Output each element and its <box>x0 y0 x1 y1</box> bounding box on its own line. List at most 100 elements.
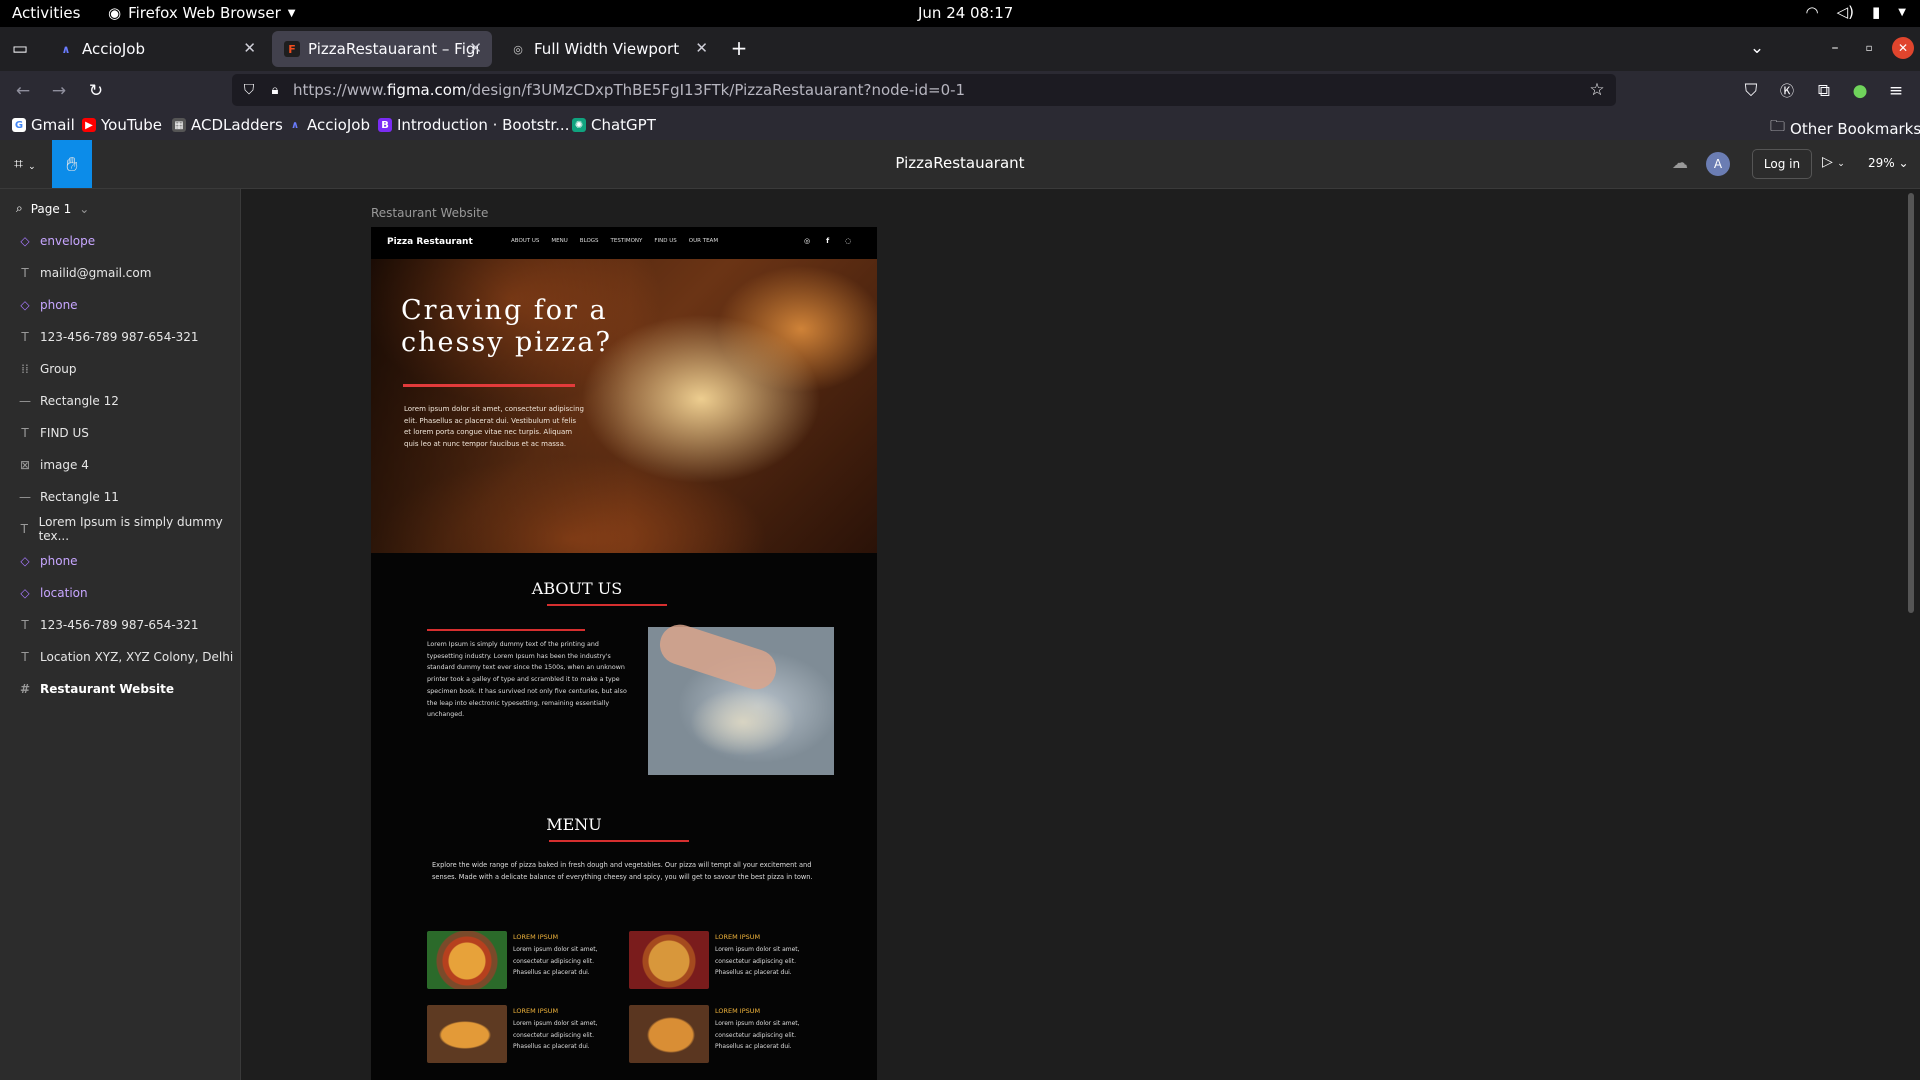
other-bookmarks[interactable]: 🗀︎ Other Bookmarks <box>1770 116 1920 141</box>
hero-title: Craving for a chessy pizza? <box>401 295 612 358</box>
tab-strip: ▭ ∧ AccioJob ✕ F PizzaRestauarant – Figm… <box>0 27 1920 71</box>
bookmark-acdladders[interactable]: ▦ ACDLadders <box>172 116 283 134</box>
page-selector[interactable]: ⌕ Page 1 ⌄ <box>16 201 89 216</box>
vertical-scrollbar[interactable] <box>1908 193 1914 613</box>
layer-row[interactable]: ◇ phone <box>0 545 240 577</box>
back-icon[interactable]: ← <box>12 80 34 102</box>
pizza-thumbnail <box>629 1005 709 1063</box>
url-bar[interactable]: ⛉ 🔒︎ https://www.figma.com/design/f3UMzC… <box>232 74 1616 106</box>
app-menu-label: Firefox Web Browser <box>128 4 281 22</box>
layer-text-icon: T <box>21 266 29 280</box>
account-icon[interactable]: Ⓚ <box>1776 80 1798 102</box>
other-bookmarks-label: Other Bookmarks <box>1790 119 1920 138</box>
nav-blogs: BLOGS <box>579 238 599 244</box>
pocket-icon[interactable]: ⛉ <box>1740 80 1762 102</box>
menu-item-title: LOREM IPSUM <box>513 1007 559 1015</box>
layer-row[interactable]: ◇ location <box>0 577 240 609</box>
close-icon[interactable]: ✕ <box>695 39 708 57</box>
layer-row[interactable]: T Location XYZ, XYZ Colony, Delhi <box>0 641 240 673</box>
bookmark-label: ChatGPT <box>591 116 656 134</box>
layer-row[interactable]: T Lorem Ipsum is simply dummy tex... <box>0 513 240 545</box>
bookmark-youtube[interactable]: ▶ YouTube <box>82 116 162 134</box>
layer-text-icon: T <box>21 330 29 344</box>
close-icon[interactable]: ✕ <box>243 39 256 57</box>
url-text: https://www.figma.com/design/f3UMzCDxpTh… <box>293 81 965 99</box>
page-name: Page 1 <box>30 201 72 216</box>
menu-item-desc: Lorem ipsum dolor sit amet, consectetur … <box>513 946 598 976</box>
bookmark-bootstrap[interactable]: B Introduction · Bootstr... <box>378 116 569 134</box>
login-button[interactable]: Log in <box>1752 149 1812 179</box>
layers-panel: ⌕ Page 1 ⌄ ◇ envelope Tmailid@gmail.com ◇ phon… <box>0 189 241 1080</box>
bookmark-chatgpt[interactable]: ✺ ChatGPT <box>572 116 656 134</box>
hero-text: Lorem ipsum dolor sit amet, consectetur … <box>404 405 584 448</box>
nav-find-us: FIND US <box>654 238 677 244</box>
close-icon[interactable]: ✕ <box>469 39 482 57</box>
layer-row[interactable]: ⁞⁞ Group <box>0 353 240 385</box>
tab-title: Full Width Viewport <box>534 40 680 58</box>
extensions-icon[interactable]: ⧉ <box>1813 80 1835 102</box>
bookmark-star-icon[interactable]: ☆ <box>1586 79 1608 101</box>
layer-row[interactable]: — Rectangle 12 <box>0 385 240 417</box>
hamburger-menu-icon[interactable]: ≡ <box>1885 80 1907 102</box>
list-all-tabs-icon[interactable]: ⌄ <box>1746 37 1768 59</box>
layer-row[interactable]: — Rectangle 11 <box>0 481 240 513</box>
layer-row[interactable]: ◇ envelope <box>0 225 240 257</box>
maximize-icon[interactable]: ▫ <box>1858 37 1880 59</box>
bookmarks-toolbar: G Gmail ▶ YouTube ▦ ACDLadders ∧ AccioJob BI… <box>0 111 1920 140</box>
layer-row[interactable]: T 123-456-789 987-654-321 <box>0 321 240 353</box>
forward-icon[interactable]: → <box>48 80 70 102</box>
facebook-icon: f <box>826 237 830 245</box>
restaurant-website-frame[interactable]: Pizza Restaurant ABOUT US MENU BLOGS TES… <box>371 227 877 1080</box>
layer-name: location <box>40 586 88 600</box>
url-domain: figma.com <box>386 81 467 99</box>
close-window-icon[interactable]: ✕ <box>1892 37 1914 59</box>
layer-name: mailid@gmail.com <box>40 266 152 280</box>
tab-figma[interactable]: F PizzaRestauarant – Figma ✕ <box>272 31 492 67</box>
file-title[interactable]: PizzaRestauarant <box>0 154 1920 172</box>
lock-icon: 🔒︎ <box>271 82 279 98</box>
firefox-view-icon[interactable]: ▭ <box>9 38 31 60</box>
reload-icon[interactable]: ↻ <box>85 80 107 102</box>
bookmark-acciojob[interactable]: ∧ AccioJob <box>288 116 370 134</box>
layer-name: Lorem Ipsum is simply dummy tex... <box>38 515 223 543</box>
present-icon[interactable]: ▷ ⌄ <box>1822 154 1845 170</box>
layer-row[interactable]: # Restaurant Website <box>0 673 240 705</box>
tab-full-width[interactable]: ◎ Full Width Viewport ✕ <box>498 31 718 67</box>
hands-shape <box>654 619 782 695</box>
layer-name: phone <box>40 554 78 568</box>
layer-component-icon: ◇ <box>20 234 30 248</box>
menu-item-title: LOREM IPSUM <box>513 933 559 941</box>
chevron-down-icon: ▼ <box>1898 6 1906 18</box>
chevron-down-icon: ▼ <box>287 7 296 19</box>
avatar[interactable]: A <box>1706 152 1730 176</box>
layer-row[interactable]: Tmailid@gmail.com <box>0 257 240 289</box>
zoom-level[interactable]: 29% ⌄ <box>1868 156 1909 170</box>
url-prefix: https://www. <box>293 81 387 99</box>
system-tray[interactable]: ◠ ◁) ▮ ▼ <box>1806 3 1906 21</box>
bookmark-label: ACDLadders <box>191 116 283 134</box>
extension-green-icon[interactable]: ● <box>1849 80 1871 102</box>
layer-row[interactable]: T 123-456-789 987-654-321 <box>0 609 240 641</box>
activities-button[interactable]: Activities <box>12 4 80 22</box>
menu-description: Explore the wide range of pizza baked in… <box>432 861 813 881</box>
frame-label[interactable]: Restaurant Website <box>371 206 488 220</box>
figma-canvas[interactable]: Restaurant Website Pizza Restaurant ABOU… <box>241 189 1920 1080</box>
tab-acciojob[interactable]: ∧ AccioJob ✕ <box>46 31 266 67</box>
new-tab-icon[interactable]: + <box>728 36 750 60</box>
menu-item-desc: Lorem ipsum dolor sit amet, consectetur … <box>715 946 800 976</box>
about-red-line <box>547 604 667 606</box>
pizza-thumbnail <box>629 931 709 989</box>
layer-row[interactable]: T FIND US <box>0 417 240 449</box>
layer-name: FIND US <box>40 426 89 440</box>
layer-component-icon: ◇ <box>20 554 30 568</box>
layer-row[interactable]: ◇ phone <box>0 289 240 321</box>
clock[interactable]: Jun 24 08:17 <box>918 4 1013 22</box>
pizza-thumbnail <box>427 1005 507 1063</box>
chevron-down-icon: ⌄ <box>1898 156 1909 170</box>
app-menu[interactable]: ◉ Firefox Web Browser ▼ <box>108 4 295 22</box>
layer-row[interactable]: ⊠ image 4 <box>0 449 240 481</box>
acciojob-icon: ∧ <box>290 119 300 131</box>
nav-testimony: TESTIMONY <box>610 238 643 244</box>
minimize-icon[interactable]: – <box>1824 37 1846 59</box>
bookmark-gmail[interactable]: G Gmail <box>12 116 75 134</box>
